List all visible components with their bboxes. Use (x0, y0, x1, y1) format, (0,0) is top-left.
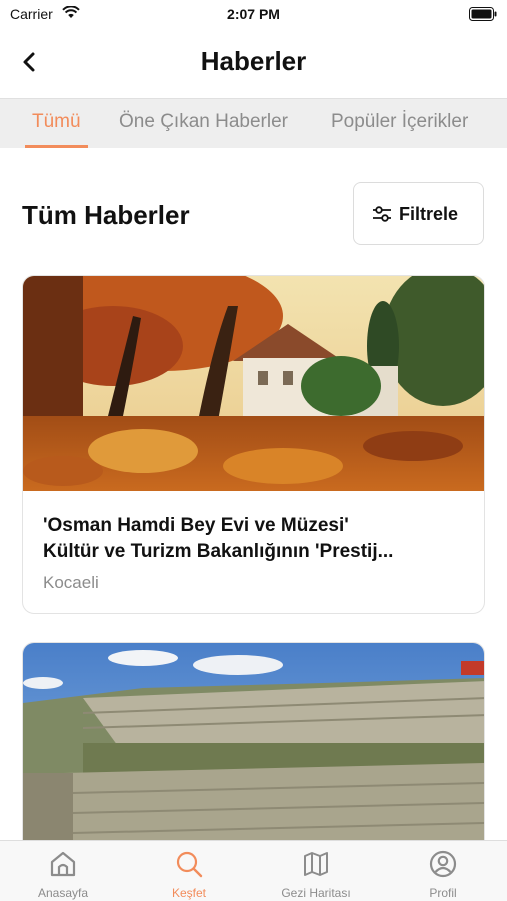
nav-map-label: Gezi Haritası (281, 886, 351, 900)
nav-explore-label: Keşfet (171, 886, 207, 900)
category-tabs: Tümü Öne Çıkan Haberler Popüler İçerikle… (0, 98, 507, 149)
nav-map[interactable]: Gezi Haritası (253, 841, 379, 901)
page-title: Haberler (200, 46, 307, 76)
tab-popular[interactable]: Popüler İçerikler (331, 111, 468, 133)
nav-home-label: Anasayfa (37, 886, 89, 900)
section-title: Tüm Haberler (22, 200, 190, 230)
filter-label: Filtrele (399, 204, 459, 224)
news-title-line2: Kültür ve Turizm Bakanlığının 'Prestij..… (43, 541, 394, 562)
battery-icon (469, 7, 497, 26)
news-image-autumn-house (23, 276, 484, 491)
nav-explore[interactable]: Keşfet (126, 841, 252, 901)
bottom-tab-bar: Anasayfa Keşfet Gezi Haritası Profil (0, 840, 507, 901)
map-icon (304, 852, 328, 876)
news-title-line1: 'Osman Hamdi Bey Evi ve Müzesi' (43, 515, 349, 536)
filter-button[interactable]: Filtrele (353, 182, 484, 245)
nav-profile-label: Profil (429, 886, 457, 900)
news-title: 'Osman Hamdi Bey Evi ve Müzesi' Kültür v… (43, 513, 468, 565)
sliders-icon (372, 205, 392, 228)
nav-profile[interactable]: Profil (380, 841, 506, 901)
status-bar: Carrier 2:07 PM (0, 0, 507, 28)
news-card[interactable]: 'Osman Hamdi Bey Evi ve Müzesi' Kültür v… (22, 275, 485, 614)
nav-bar: Haberler (0, 28, 507, 98)
news-card[interactable] (22, 642, 485, 840)
clock-time: 2:07 PM (227, 6, 280, 22)
tab-all[interactable]: Tümü (32, 111, 81, 133)
news-list[interactable]: Tüm Haberler Filtrele 'Osman Hamdi Bey E… (0, 148, 507, 840)
home-icon (50, 851, 76, 877)
search-icon (176, 851, 203, 878)
news-location: Kocaeli (43, 573, 99, 592)
tab-featured[interactable]: Öne Çıkan Haberler (119, 111, 288, 133)
news-image-ancient-theater (23, 643, 484, 840)
nav-home[interactable]: Anasayfa (0, 841, 126, 901)
profile-icon (429, 850, 457, 878)
